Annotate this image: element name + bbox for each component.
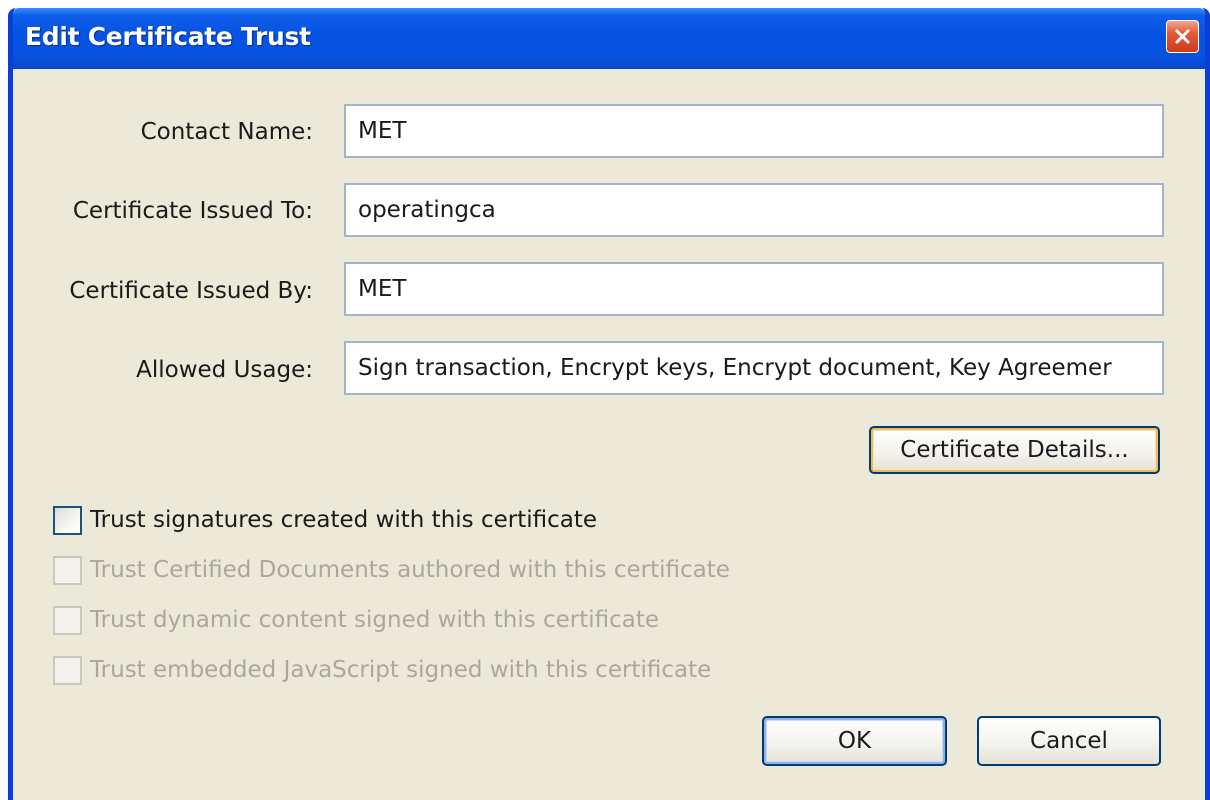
trust-signatures-label[interactable]: Trust signatures created with this certi… bbox=[90, 507, 597, 533]
allowed-usage-field[interactable]: Sign transaction, Encrypt keys, Encrypt … bbox=[344, 341, 1164, 395]
certificate-issued-to-label: Certificate Issued To: bbox=[72, 198, 313, 224]
title-bar[interactable]: Edit Certificate Trust bbox=[13, 8, 1205, 69]
cancel-button[interactable]: Cancel bbox=[977, 716, 1161, 766]
certificate-issued-by-label: Certificate Issued By: bbox=[69, 278, 313, 304]
trust-embedded-javascript-label: Trust embedded JavaScript signed with th… bbox=[90, 657, 712, 683]
trust-certified-documents-checkbox-row: Trust Certified Documents authored with … bbox=[53, 553, 730, 587]
trust-signatures-checkbox-row[interactable]: Trust signatures created with this certi… bbox=[53, 503, 597, 537]
trust-dynamic-content-checkbox bbox=[53, 605, 82, 635]
close-button[interactable] bbox=[1166, 20, 1199, 53]
certificate-issued-by-field[interactable]: MET bbox=[344, 262, 1164, 316]
certificate-issued-to-field[interactable]: operatingca bbox=[344, 183, 1164, 237]
trust-embedded-javascript-checkbox bbox=[53, 655, 82, 685]
certificate-details-button[interactable]: Certificate Details... bbox=[869, 426, 1160, 474]
close-icon bbox=[1175, 29, 1190, 44]
allowed-usage-label: Allowed Usage: bbox=[136, 357, 313, 383]
edit-certificate-trust-dialog: Edit Certificate Trust Contact Name: MET… bbox=[8, 8, 1210, 800]
contact-name-field[interactable]: MET bbox=[344, 104, 1164, 158]
contact-name-label: Contact Name: bbox=[140, 119, 313, 145]
ok-button[interactable]: OK bbox=[762, 716, 947, 766]
dialog-title: Edit Certificate Trust bbox=[25, 22, 311, 51]
trust-certified-documents-checkbox bbox=[53, 555, 82, 585]
trust-dynamic-content-checkbox-row: Trust dynamic content signed with this c… bbox=[53, 603, 659, 637]
trust-embedded-javascript-checkbox-row: Trust embedded JavaScript signed with th… bbox=[53, 653, 711, 687]
trust-signatures-checkbox[interactable] bbox=[53, 505, 82, 535]
trust-dynamic-content-label: Trust dynamic content signed with this c… bbox=[90, 607, 660, 633]
trust-certified-documents-label: Trust Certified Documents authored with … bbox=[90, 557, 730, 583]
